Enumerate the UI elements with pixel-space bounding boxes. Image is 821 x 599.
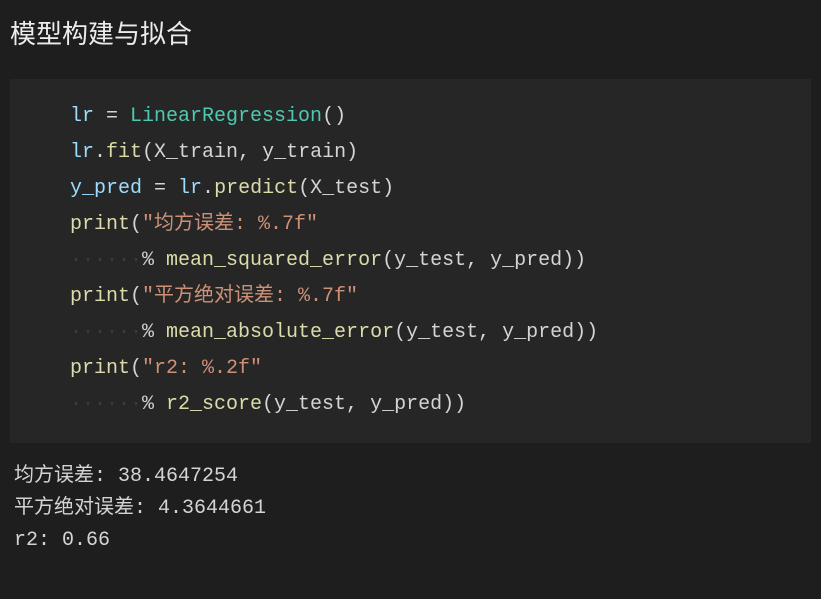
code-line: ······% mean_absolute_error(y_test, y_pr… [70, 315, 801, 351]
output-line: 平方绝对误差: 4.3644661 [14, 493, 807, 525]
output-line: r2: 0.66 [14, 525, 807, 557]
section-title: 模型构建与拟合 [0, 0, 821, 69]
output-cell: 均方误差: 38.4647254 平方绝对误差: 4.3644661 r2: 0… [0, 443, 821, 563]
code-line: ······% r2_score(y_test, y_pred)) [70, 387, 801, 423]
code-line: lr = LinearRegression() [70, 99, 801, 135]
code-line: y_pred = lr.predict(X_test) [70, 171, 801, 207]
output-line: 均方误差: 38.4647254 [14, 461, 807, 493]
code-line: ······% mean_squared_error(y_test, y_pre… [70, 243, 801, 279]
code-line: lr.fit(X_train, y_train) [70, 135, 801, 171]
code-line: print("r2: %.2f" [70, 351, 801, 387]
code-line: print("平方绝对误差: %.7f" [70, 279, 801, 315]
code-cell[interactable]: lr = LinearRegression() lr.fit(X_train, … [10, 79, 811, 443]
code-line: print("均方误差: %.7f" [70, 207, 801, 243]
